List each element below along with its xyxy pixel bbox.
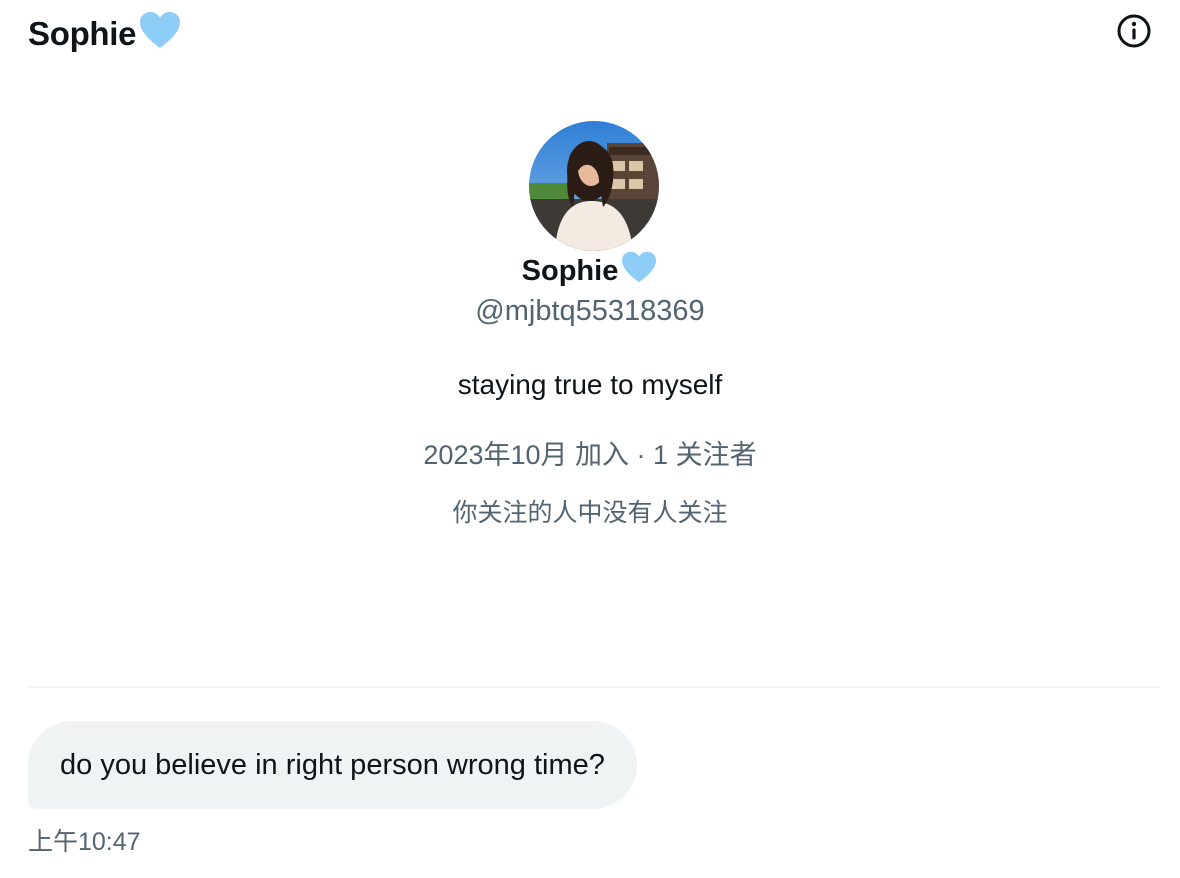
joined-date: 2023年10月 加入 (423, 440, 630, 470)
divider (28, 686, 1160, 688)
meta-separator: · (636, 440, 646, 470)
header-name: Sophie (28, 15, 137, 52)
mutual-followers-note: 你关注的人中没有人关注 (452, 499, 728, 527)
header-title[interactable]: Sophie (28, 10, 182, 58)
profile-handle[interactable]: @mjbtq55318369 (0, 295, 1180, 328)
blue-heart-icon (138, 10, 182, 58)
message-bubble[interactable]: do you believe in right person wrong tim… (28, 721, 637, 809)
conversation-header: Sophie (0, 0, 1180, 62)
profile-name: Sophie (0, 250, 1180, 292)
avatar[interactable] (529, 121, 659, 251)
info-icon[interactable] (1114, 11, 1154, 51)
followers-count[interactable]: 1 关注者 (653, 440, 757, 470)
profile-meta: 2023年10月 加入 · 1 关注者 (0, 433, 1180, 472)
message-text: do you believe in right person wrong tim… (60, 748, 605, 781)
profile-name-text[interactable]: Sophie (522, 255, 619, 288)
blue-heart-icon (620, 250, 658, 292)
message-timestamp: 上午10:47 (28, 828, 141, 856)
profile-bio: staying true to myself (457, 369, 723, 400)
